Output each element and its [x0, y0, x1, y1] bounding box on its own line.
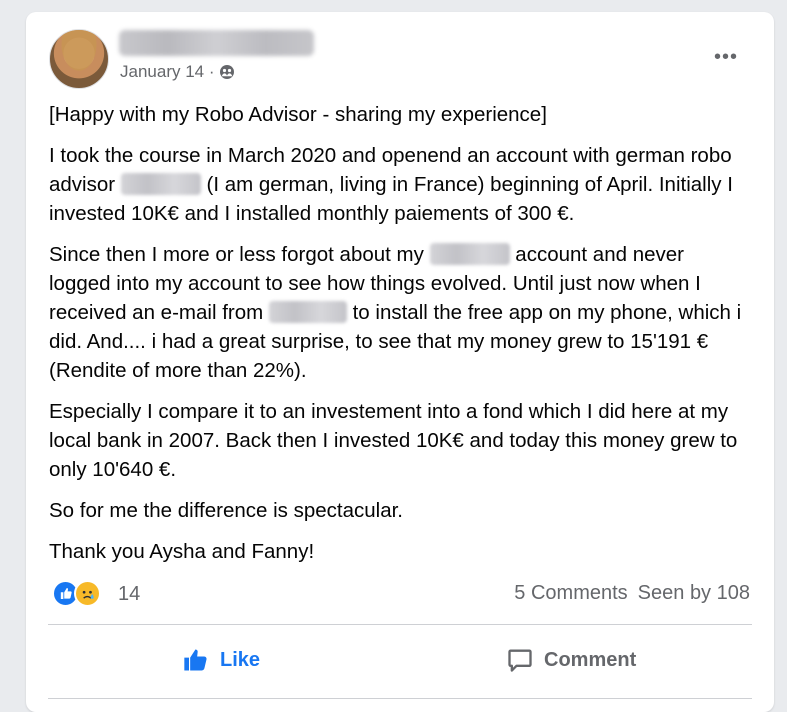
comment-button[interactable]: Comment — [506, 640, 636, 680]
seen-by[interactable]: Seen by 108 — [638, 582, 750, 605]
sad-reaction-icon — [74, 580, 101, 607]
post-paragraph: I took the course in March 2020 and open… — [49, 141, 749, 228]
post-paragraph: Since then I more or less forgot about m… — [49, 240, 749, 385]
avatar-image — [50, 30, 108, 88]
redacted-text — [429, 243, 510, 265]
author-name-redacted[interactable] — [119, 30, 314, 56]
post-paragraph: Especially I compare it to an investemen… — [49, 397, 749, 484]
reactions-summary[interactable]: 14 — [52, 580, 140, 608]
post-text: Thank you Aysha and Fanny! — [49, 540, 315, 563]
post-text: Since then I more or less forgot about m… — [49, 243, 424, 266]
post-paragraph: So for me the difference is spectacular. — [49, 496, 749, 525]
comments-count[interactable]: 5 Comments — [514, 582, 627, 605]
post-date[interactable]: January 14 · — [120, 62, 215, 82]
post-paragraph: [Happy with my Robo Advisor - sharing my… — [49, 100, 749, 129]
like-label: Like — [220, 648, 261, 671]
author-avatar[interactable] — [49, 29, 109, 89]
comment-icon — [508, 649, 532, 672]
more-options-icon[interactable]: ••• — [714, 46, 738, 69]
post-text: Especially I compare it to an investemen… — [49, 400, 738, 481]
like-icon — [184, 649, 207, 671]
comment-label: Comment — [544, 648, 637, 671]
like-button[interactable]: Like — [182, 640, 260, 680]
friends-icon — [219, 65, 234, 79]
post-paragraph: Thank you Aysha and Fanny! — [49, 537, 749, 566]
reaction-icons — [52, 580, 112, 608]
divider — [48, 698, 752, 699]
post-body: [Happy with my Robo Advisor - sharing my… — [49, 100, 749, 578]
redacted-text — [268, 301, 347, 323]
redacted-text — [120, 173, 201, 195]
post-meta: January 14 · — [120, 62, 235, 82]
post-text: So for me the difference is spectacular. — [49, 499, 404, 522]
post-text: [Happy with my Robo Advisor - sharing my… — [49, 103, 547, 126]
divider — [48, 624, 752, 625]
post-stats: 5 Comments Seen by 108 — [514, 582, 750, 605]
reaction-count[interactable]: 14 — [118, 583, 140, 606]
post-card: January 14 · ••• [Happy with my Robo Adv… — [26, 12, 774, 712]
